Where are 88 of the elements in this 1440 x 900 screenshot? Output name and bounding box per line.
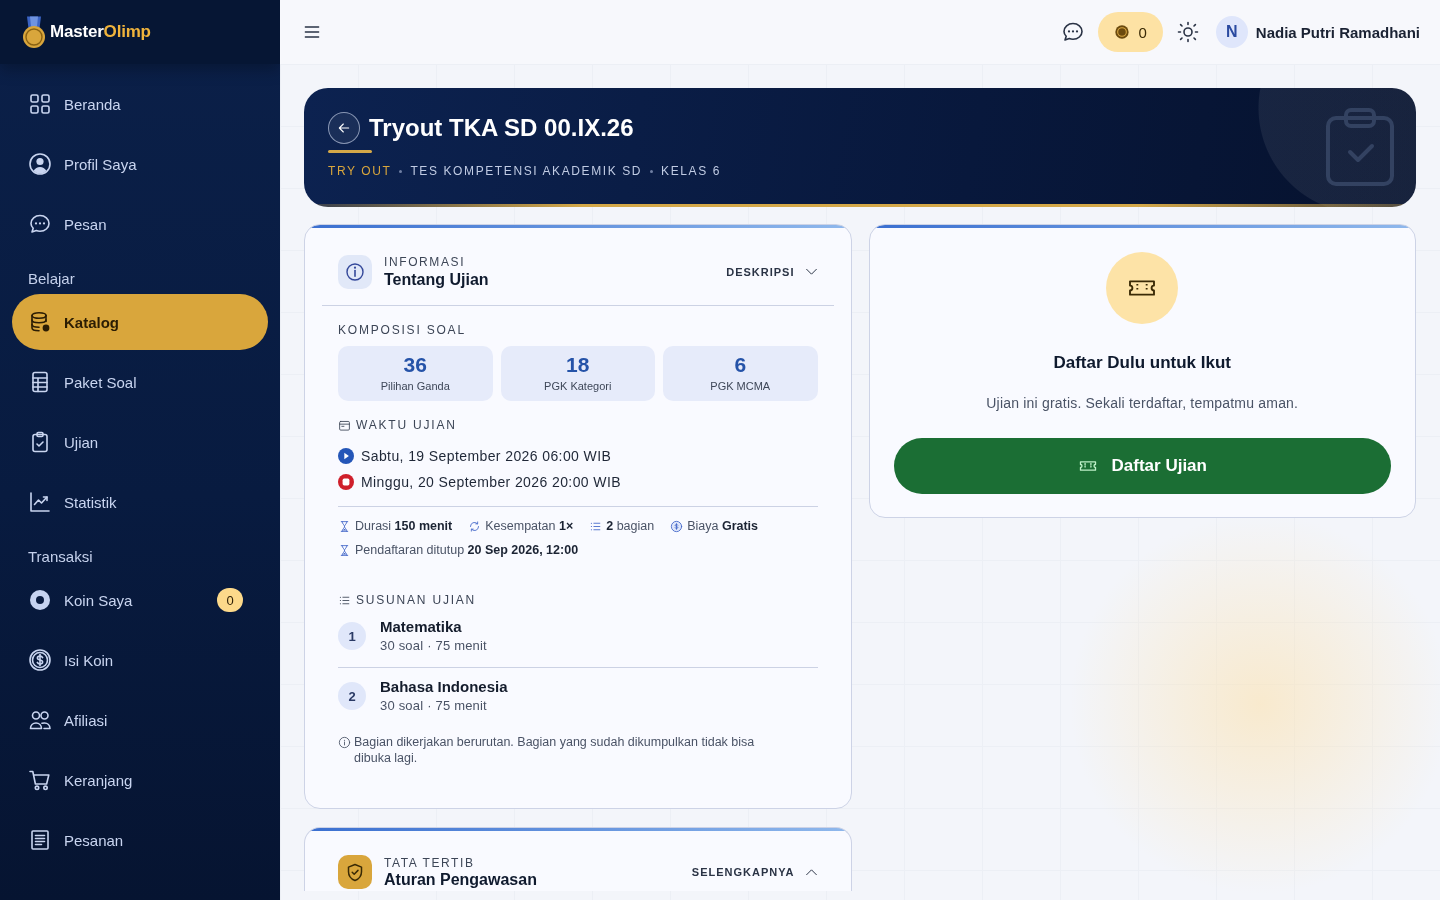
category-text: TES KOMPETENSI AKADEMIK SD xyxy=(410,164,643,178)
nav-item[interactable]: Paket Soal xyxy=(12,354,268,410)
nav-item[interactable]: Statistik xyxy=(12,474,268,530)
sun-icon xyxy=(1175,20,1200,44)
exam-fact-text: Pendaftaran ditutup 20 Sep 2026, 12:00 xyxy=(355,543,579,557)
part-detail: 30 soal · 75 menit xyxy=(380,697,488,715)
receipt-icon xyxy=(28,828,52,852)
coin-balance-button[interactable]: 0 xyxy=(1098,12,1163,52)
stat-count: 18 xyxy=(566,353,590,377)
accent-underline xyxy=(328,150,372,153)
exam-fact-text: Kesempatan 1× xyxy=(485,519,574,533)
brand-name: MasterOlimp xyxy=(50,22,151,42)
nav-item[interactable]: Isi Koin xyxy=(12,632,268,688)
separator-dot-icon xyxy=(399,169,403,173)
register-text: Ujian ini gratis. Sekali terdaftar, tempatmu aman. xyxy=(986,394,1299,413)
nav-item[interactable]: Keranjang xyxy=(12,752,268,808)
ticket-icon xyxy=(1106,252,1179,324)
register-title: Daftar Dulu untuk Ikut xyxy=(1053,352,1232,374)
more-toggle[interactable]: SELENGKAPNYA xyxy=(691,866,818,878)
card-title: Aturan Pengawasan xyxy=(384,871,537,889)
nav-item[interactable]: Koin Saya 0 xyxy=(12,572,268,628)
cart-icon xyxy=(28,768,52,792)
nav-section-heading: Transaksi xyxy=(27,547,94,567)
hourglass-icon xyxy=(338,519,351,533)
info-icon xyxy=(338,255,372,289)
nav-item[interactable]: Ujian xyxy=(12,414,268,470)
hourglass-icon xyxy=(338,543,351,557)
schedule-time: Minggu, 20 September 2026 20:00 WIB xyxy=(361,474,621,490)
section-heading: KOMPOSISI SOAL xyxy=(338,323,467,337)
step-number: 2 xyxy=(338,682,366,710)
nav-section-heading: Belajar xyxy=(27,269,76,289)
shield-check-icon xyxy=(338,855,372,889)
database-icon xyxy=(28,310,52,334)
user-circle-icon xyxy=(28,152,52,176)
coin-icon xyxy=(1114,24,1131,40)
part-title: Matematika xyxy=(380,617,463,637)
users-icon xyxy=(28,708,52,732)
stat-label: PGK MCMA xyxy=(710,379,771,393)
user-name: Nadia Putri Ramadhani xyxy=(1255,23,1420,41)
calendar-icon xyxy=(338,418,351,432)
card-title: Tentang Ujian xyxy=(384,270,489,290)
stop-circle-icon xyxy=(338,474,354,490)
part-title: Bahasa Indonesia xyxy=(380,677,508,697)
section-heading: WAKTU UJIAN xyxy=(356,418,457,432)
chat-icon xyxy=(28,212,52,236)
stat-count: 6 xyxy=(734,353,747,377)
count-badge: 0 xyxy=(217,588,243,612)
nav-item[interactable]: Beranda xyxy=(12,76,268,132)
description-toggle[interactable]: DESKRIPSI xyxy=(726,266,818,278)
dollar-coin-icon xyxy=(670,519,684,533)
grid-icon xyxy=(28,92,52,116)
section-heading: SUSUNAN UJIAN xyxy=(356,593,477,607)
category-text: TRY OUT xyxy=(328,164,392,178)
avatar[interactable]: N xyxy=(1215,16,1248,48)
category-text: KELAS 6 xyxy=(661,164,721,178)
coin-icon xyxy=(28,588,52,612)
back-button[interactable] xyxy=(328,112,360,144)
chat-icon xyxy=(1061,20,1086,44)
schedule-time: Sabtu, 19 September 2026 06:00 WIB xyxy=(361,448,612,464)
dollar-coin-icon xyxy=(28,648,52,672)
clipboard-check-icon xyxy=(1326,108,1394,186)
note-text: Bagian dikerjakan berurutan. Bagian yang sudah dikumpulkan tidak bisa dibuka lagi. xyxy=(354,734,756,766)
refresh-icon xyxy=(468,519,482,533)
section-eyebrow: INFORMASI xyxy=(384,254,467,270)
page-title: Tryout TKA SD 00.IX.26 xyxy=(369,113,634,143)
arrow-left-icon xyxy=(336,120,352,136)
register-button[interactable]: Daftar Ujian xyxy=(893,438,1391,494)
nav-item[interactable]: Afiliasi xyxy=(12,692,268,748)
nav-item[interactable]: Katalog xyxy=(12,294,268,350)
line-chart-icon xyxy=(28,490,52,514)
stat-count: 36 xyxy=(403,353,427,377)
nav-item[interactable]: Profil Saya xyxy=(12,136,268,192)
nav-item[interactable]: Pesan xyxy=(12,196,268,252)
stat-label: PGK Kategori xyxy=(544,379,612,393)
nav-item[interactable]: Pesanan xyxy=(12,812,268,868)
exam-fact-text: Durasi 150 menit xyxy=(355,519,453,533)
medal-logo-icon xyxy=(22,15,46,49)
separator-dot-icon xyxy=(650,169,654,173)
exam-fact-text: 2 bagian xyxy=(606,519,655,533)
exam-fact-text: Biaya Gratis xyxy=(687,519,759,533)
theme-toggle-button[interactable] xyxy=(1175,20,1200,44)
step-number: 1 xyxy=(338,622,366,650)
section-eyebrow: TATA TERTIB xyxy=(384,855,476,871)
messages-button[interactable] xyxy=(1061,20,1086,44)
part-detail: 30 soal · 75 menit xyxy=(380,637,487,655)
stat-label: Pilihan Ganda xyxy=(380,379,450,393)
play-circle-icon xyxy=(338,448,354,464)
info-icon xyxy=(338,735,351,749)
